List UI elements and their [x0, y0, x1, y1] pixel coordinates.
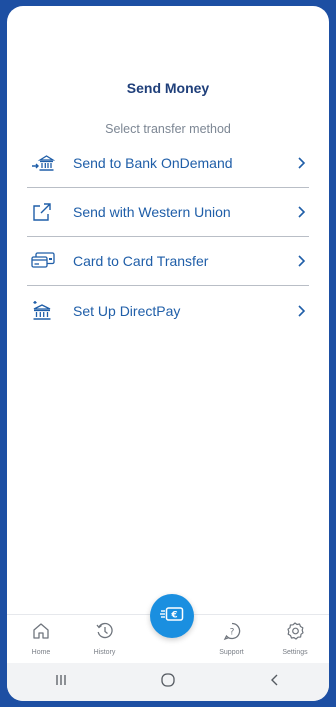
bank-transfer-icon	[31, 153, 59, 173]
nav-settings[interactable]: Settings	[267, 621, 323, 656]
menu-item-label: Send with Western Union	[73, 204, 231, 220]
recents-button[interactable]	[41, 670, 81, 694]
menu-item-western-union[interactable]: Send with Western Union	[27, 188, 309, 237]
send-money-fab[interactable]: €	[150, 594, 194, 638]
cards-icon	[31, 251, 59, 271]
nav-label: Support	[219, 649, 244, 656]
system-nav-bar	[7, 663, 329, 701]
home-circle-icon	[160, 672, 176, 693]
chevron-right-icon	[295, 304, 309, 318]
support-icon: ?	[222, 621, 242, 646]
settings-icon	[285, 621, 305, 646]
system-back-button[interactable]	[255, 670, 295, 694]
chevron-right-icon	[295, 156, 309, 170]
back-icon	[268, 673, 282, 692]
history-icon	[95, 621, 115, 646]
app-screen: Send Money Select transfer method Send t…	[7, 6, 329, 701]
home-icon	[31, 621, 51, 646]
menu-item-card-to-card[interactable]: Card to Card Transfer	[27, 237, 309, 286]
nav-home[interactable]: Home	[13, 621, 69, 656]
system-home-button[interactable]	[148, 670, 188, 694]
menu-item-directpay[interactable]: Set Up DirectPay	[27, 286, 309, 335]
send-euro-icon: €	[160, 605, 184, 628]
transfer-method-list: Send to Bank OnDemand Send with Western …	[27, 139, 309, 335]
menu-item-label: Set Up DirectPay	[73, 302, 181, 319]
recents-icon	[54, 673, 68, 692]
nav-label: History	[93, 649, 116, 656]
nav-label: Settings	[282, 649, 308, 656]
svg-text:?: ?	[229, 628, 234, 638]
chevron-right-icon	[295, 205, 309, 219]
bank-upload-icon	[31, 300, 59, 321]
menu-item-send-to-bank[interactable]: Send to Bank OnDemand	[27, 139, 309, 188]
section-subtitle: Select transfer method	[105, 122, 231, 136]
svg-text:€: €	[170, 610, 177, 620]
page-title: Send Money	[126, 80, 210, 96]
external-link-icon	[31, 202, 59, 222]
menu-item-label: Send to Bank OnDemand	[73, 155, 233, 171]
nav-history[interactable]: History	[77, 621, 133, 656]
nav-support[interactable]: ? Support	[204, 621, 260, 656]
chevron-right-icon	[295, 254, 309, 268]
menu-item-label: Card to Card Transfer	[73, 253, 209, 269]
nav-label: Home	[31, 649, 51, 656]
